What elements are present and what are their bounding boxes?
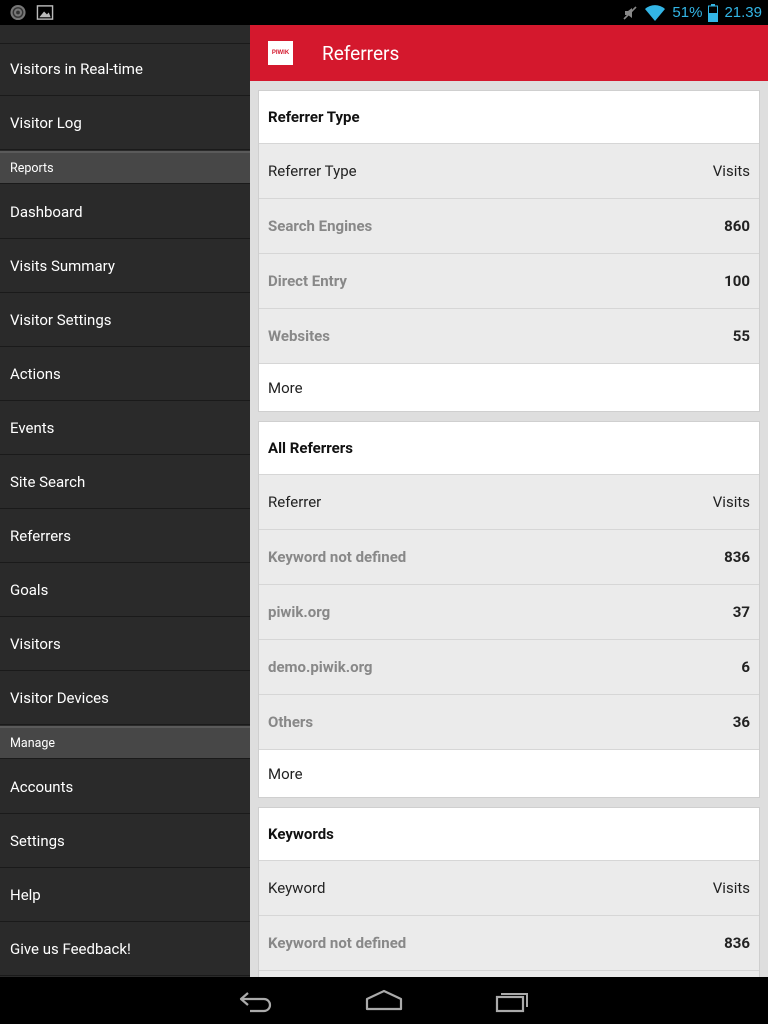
sidebar-item-label: Visitors in Real-time [10, 60, 143, 78]
table-header-row: Referrer Visits [259, 475, 759, 530]
sidebar-item-goals[interactable]: Goals [0, 564, 250, 617]
column-header-label: Referrer [268, 493, 322, 511]
sidebar-item-label: Site Search [10, 473, 86, 491]
row-value: 836 [724, 934, 750, 952]
clock: 21.39 [724, 4, 762, 21]
table-row[interactable]: Websites 55 [259, 309, 759, 364]
row-label: piwik.org [268, 603, 331, 621]
row-label: Direct Entry [268, 272, 347, 290]
more-button[interactable]: More [259, 364, 759, 411]
row-label: demo.piwik.org [268, 658, 373, 676]
sidebar-item-actions[interactable]: Actions [0, 348, 250, 401]
table-row[interactable]: piwik.org 37 [259, 585, 759, 640]
sidebar-item-label: Help [10, 886, 41, 904]
row-label: Others [268, 713, 314, 731]
system-nav-bar [0, 977, 768, 1024]
card-title: All Referrers [259, 422, 759, 475]
more-label: More [268, 378, 303, 397]
row-value: 860 [724, 217, 750, 235]
card-keywords: Keywords Keyword Visits Keyword not defi… [258, 807, 760, 977]
card-title: Referrer Type [259, 91, 759, 144]
row-value: 836 [724, 548, 750, 566]
recent-apps-icon[interactable] [493, 985, 533, 1017]
battery-percent: 51% [672, 4, 703, 21]
image-icon [36, 5, 54, 20]
column-header-label: Referrer Type [268, 162, 357, 180]
sidebar-item-label: Goals [10, 581, 49, 599]
sidebar-section-manage: Manage [0, 726, 250, 759]
row-label: Search Engines [268, 217, 373, 235]
main-content: PIWIK Referrers Referrer Type Referrer T… [250, 25, 768, 977]
column-header-value: Visits [712, 493, 750, 511]
column-header-value: Visits [712, 162, 750, 180]
sidebar-item-dashboard[interactable]: Dashboard [0, 186, 250, 239]
row-label: Keyword not defined [268, 548, 407, 566]
sidebar-nav: Visitors in Real-time Visitor Log Report… [0, 25, 250, 977]
sidebar-item-accounts[interactable]: Accounts [0, 761, 250, 814]
sidebar-top-edge [0, 25, 250, 44]
row-value: 36 [732, 713, 750, 731]
sidebar-item-visits-summary[interactable]: Visits Summary [0, 240, 250, 293]
card-title: Keywords [259, 808, 759, 861]
sidebar-item-visitors-in-real-time[interactable]: Visitors in Real-time [0, 43, 250, 96]
table-row[interactable]: Search Engines 860 [259, 199, 759, 254]
sidebar-item-label: Actions [10, 365, 61, 383]
sidebar-item-visitor-settings[interactable]: Visitor Settings [0, 294, 250, 347]
notification-icon [10, 4, 26, 21]
row-value: 55 [732, 327, 750, 345]
sidebar-item-label: Dashboard [10, 203, 83, 221]
table-row[interactable]: Direct Entry 100 [259, 254, 759, 309]
sidebar-item-label: Visitor Devices [10, 689, 109, 707]
page-title: Referrers [322, 41, 400, 65]
sidebar-item-label: Give us Feedback! [10, 940, 131, 958]
row-label: Keyword not defined [268, 934, 407, 952]
sidebar-section-label: Manage [10, 735, 56, 751]
logo-text: PIWIK [271, 50, 290, 56]
column-header-label: Keyword [268, 879, 326, 897]
table-row[interactable]: demo.piwik.org 6 [259, 640, 759, 695]
sidebar-item-referrers[interactable]: Referrers [0, 510, 250, 563]
table-header-row: Keyword Visits [259, 861, 759, 916]
sidebar-item-label: Visitors [10, 635, 61, 653]
row-value: 37 [732, 603, 750, 621]
table-row[interactable]: Keyword not defined 836 [259, 530, 759, 585]
battery-icon [708, 3, 719, 22]
sidebar-section-label: Reports [10, 160, 54, 176]
card-all-referrers: All Referrers Referrer Visits Keyword no… [258, 421, 760, 798]
sidebar-item-visitor-devices[interactable]: Visitor Devices [0, 672, 250, 725]
row-value: 100 [724, 272, 750, 290]
sidebar-item-settings[interactable]: Settings [0, 815, 250, 868]
sidebar-item-label: Settings [10, 832, 65, 850]
wifi-icon [645, 4, 666, 21]
table-header-row: Referrer Type Visits [259, 144, 759, 199]
sidebar-item-label: Referrers [10, 527, 71, 545]
sidebar-item-label: Visits Summary [10, 257, 115, 275]
home-icon[interactable] [364, 985, 404, 1017]
sidebar-item-label: Visitor Settings [10, 311, 112, 329]
sidebar-item-events[interactable]: Events [0, 402, 250, 455]
sidebar-item-label: Events [10, 419, 55, 437]
more-button[interactable]: More [259, 750, 759, 797]
sidebar-item-visitor-log[interactable]: Visitor Log [0, 97, 250, 150]
action-bar: PIWIK Referrers [250, 25, 768, 81]
row-value: 6 [741, 658, 750, 676]
sidebar-item-give-us-feedback[interactable]: Give us Feedback! [0, 923, 250, 976]
status-bar: 51% 21.39 [0, 0, 768, 25]
sidebar-section-reports: Reports [0, 151, 250, 184]
table-row[interactable]: Keyword not defined 836 [259, 916, 759, 971]
more-label: More [268, 764, 303, 783]
card-referrer-type: Referrer Type Referrer Type Visits Searc… [258, 90, 760, 412]
back-icon[interactable] [236, 985, 276, 1017]
sidebar-item-label: Visitor Log [10, 114, 82, 132]
app-logo[interactable]: PIWIK [268, 41, 293, 65]
sidebar-item-label: Accounts [10, 778, 74, 796]
column-header-value: Visits [712, 879, 750, 897]
sidebar-item-help[interactable]: Help [0, 869, 250, 922]
table-row[interactable]: Others 36 [259, 695, 759, 750]
mute-icon [623, 5, 637, 20]
sidebar-item-visitors[interactable]: Visitors [0, 618, 250, 671]
row-label: Websites [268, 327, 330, 345]
sidebar-item-site-search[interactable]: Site Search [0, 456, 250, 509]
